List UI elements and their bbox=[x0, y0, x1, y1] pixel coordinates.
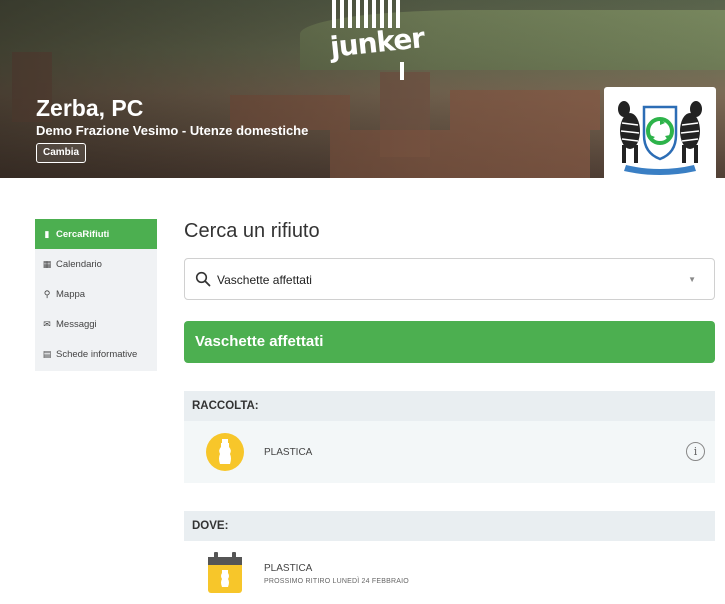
dropdown-caret-icon[interactable]: ▼ bbox=[688, 275, 696, 284]
sidebar-item-label: Mappa bbox=[56, 288, 86, 300]
dove-heading: DOVE: bbox=[184, 511, 715, 541]
header-banner: junker Zerba, PC Demo Frazione Vesimo - … bbox=[0, 0, 725, 178]
municipal-crest bbox=[604, 87, 716, 178]
mail-icon: ✉ bbox=[43, 318, 51, 329]
calendar-icon: ▦ bbox=[42, 258, 52, 269]
info-icon[interactable]: i bbox=[686, 442, 705, 461]
dove-item: PLASTICA bbox=[264, 563, 313, 574]
sidebar-item-label: Calendario bbox=[56, 258, 102, 270]
sidebar-item-mappa[interactable]: ⚲ Mappa bbox=[35, 279, 157, 309]
raccolta-row: PLASTICA i bbox=[184, 421, 715, 483]
sidebar-item-label: Schede informative bbox=[56, 348, 138, 360]
change-button[interactable]: Cambia bbox=[36, 143, 87, 163]
result-title-bar: Vaschette affettati bbox=[184, 321, 715, 363]
bottle-icon: ▮ bbox=[44, 228, 50, 239]
sidebar-item-schede-informative[interactable]: ▤ Schede informative bbox=[35, 339, 157, 369]
raccolta-item: PLASTICA bbox=[264, 447, 313, 458]
utenza-subtitle: Demo Frazione Vesimo - Utenze domestiche bbox=[36, 123, 309, 138]
sidebar-item-label: Messaggi bbox=[56, 318, 97, 330]
raccolta-heading: RACCOLTA: bbox=[184, 391, 715, 421]
search-value: Vaschette affettati bbox=[217, 273, 312, 287]
search-input[interactable]: Vaschette affettati ▼ bbox=[184, 258, 715, 300]
sidebar-item-cercarifiuti[interactable]: ▮ CercaRifiuti bbox=[35, 219, 157, 249]
sidebar-nav: ▮ CercaRifiuti ▦ Calendario ⚲ Mappa ✉ Me… bbox=[35, 219, 157, 371]
sidebar-item-calendario[interactable]: ▦ Calendario bbox=[35, 249, 157, 279]
sidebar-item-messaggi[interactable]: ✉ Messaggi bbox=[35, 309, 157, 339]
dove-row: PLASTICA PROSSIMO RITIRO LUNEDÌ 24 FEBBR… bbox=[184, 541, 715, 603]
document-icon: ▤ bbox=[42, 348, 52, 359]
page-title: Cerca un rifiuto bbox=[184, 220, 320, 242]
search-icon bbox=[195, 271, 211, 292]
map-pin-icon: ⚲ bbox=[43, 288, 51, 299]
logo-stroke bbox=[400, 62, 404, 80]
junker-logo: junker bbox=[328, 0, 426, 80]
plastic-bottle-icon bbox=[206, 433, 244, 471]
bin-calendar-icon bbox=[206, 551, 244, 600]
next-pickup-text: PROSSIMO RITIRO LUNEDÌ 24 FEBBRAIO bbox=[264, 578, 409, 585]
town-name: Zerba, PC bbox=[36, 95, 144, 121]
sidebar-item-label: CercaRifiuti bbox=[56, 228, 110, 240]
crest-icon bbox=[618, 101, 702, 175]
